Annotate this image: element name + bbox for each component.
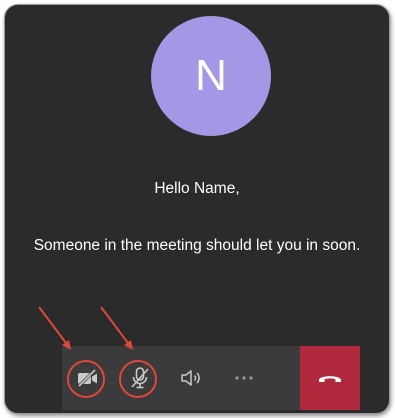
more-options-icon bbox=[235, 376, 253, 380]
hang-up-icon bbox=[319, 376, 341, 382]
waiting-message: Someone in the meeting should let you in… bbox=[33, 237, 361, 254]
call-control-bar bbox=[62, 346, 360, 410]
meeting-lobby-window: N Hello Name, Someone in the meeting sho… bbox=[4, 4, 390, 414]
speaker-icon bbox=[181, 370, 200, 386]
microphone-toggle-button[interactable] bbox=[114, 346, 166, 410]
camera-highlight-circle bbox=[67, 360, 105, 398]
microphone-highlight-circle bbox=[119, 360, 157, 398]
speaker-button[interactable] bbox=[166, 346, 218, 410]
greeting-text: Hello Name, bbox=[154, 180, 240, 197]
more-options-button[interactable] bbox=[218, 346, 270, 410]
avatar: N bbox=[151, 16, 271, 136]
end-call-button[interactable] bbox=[300, 346, 360, 410]
avatar-initial: N bbox=[195, 51, 227, 100]
camera-toggle-button[interactable] bbox=[62, 346, 114, 410]
